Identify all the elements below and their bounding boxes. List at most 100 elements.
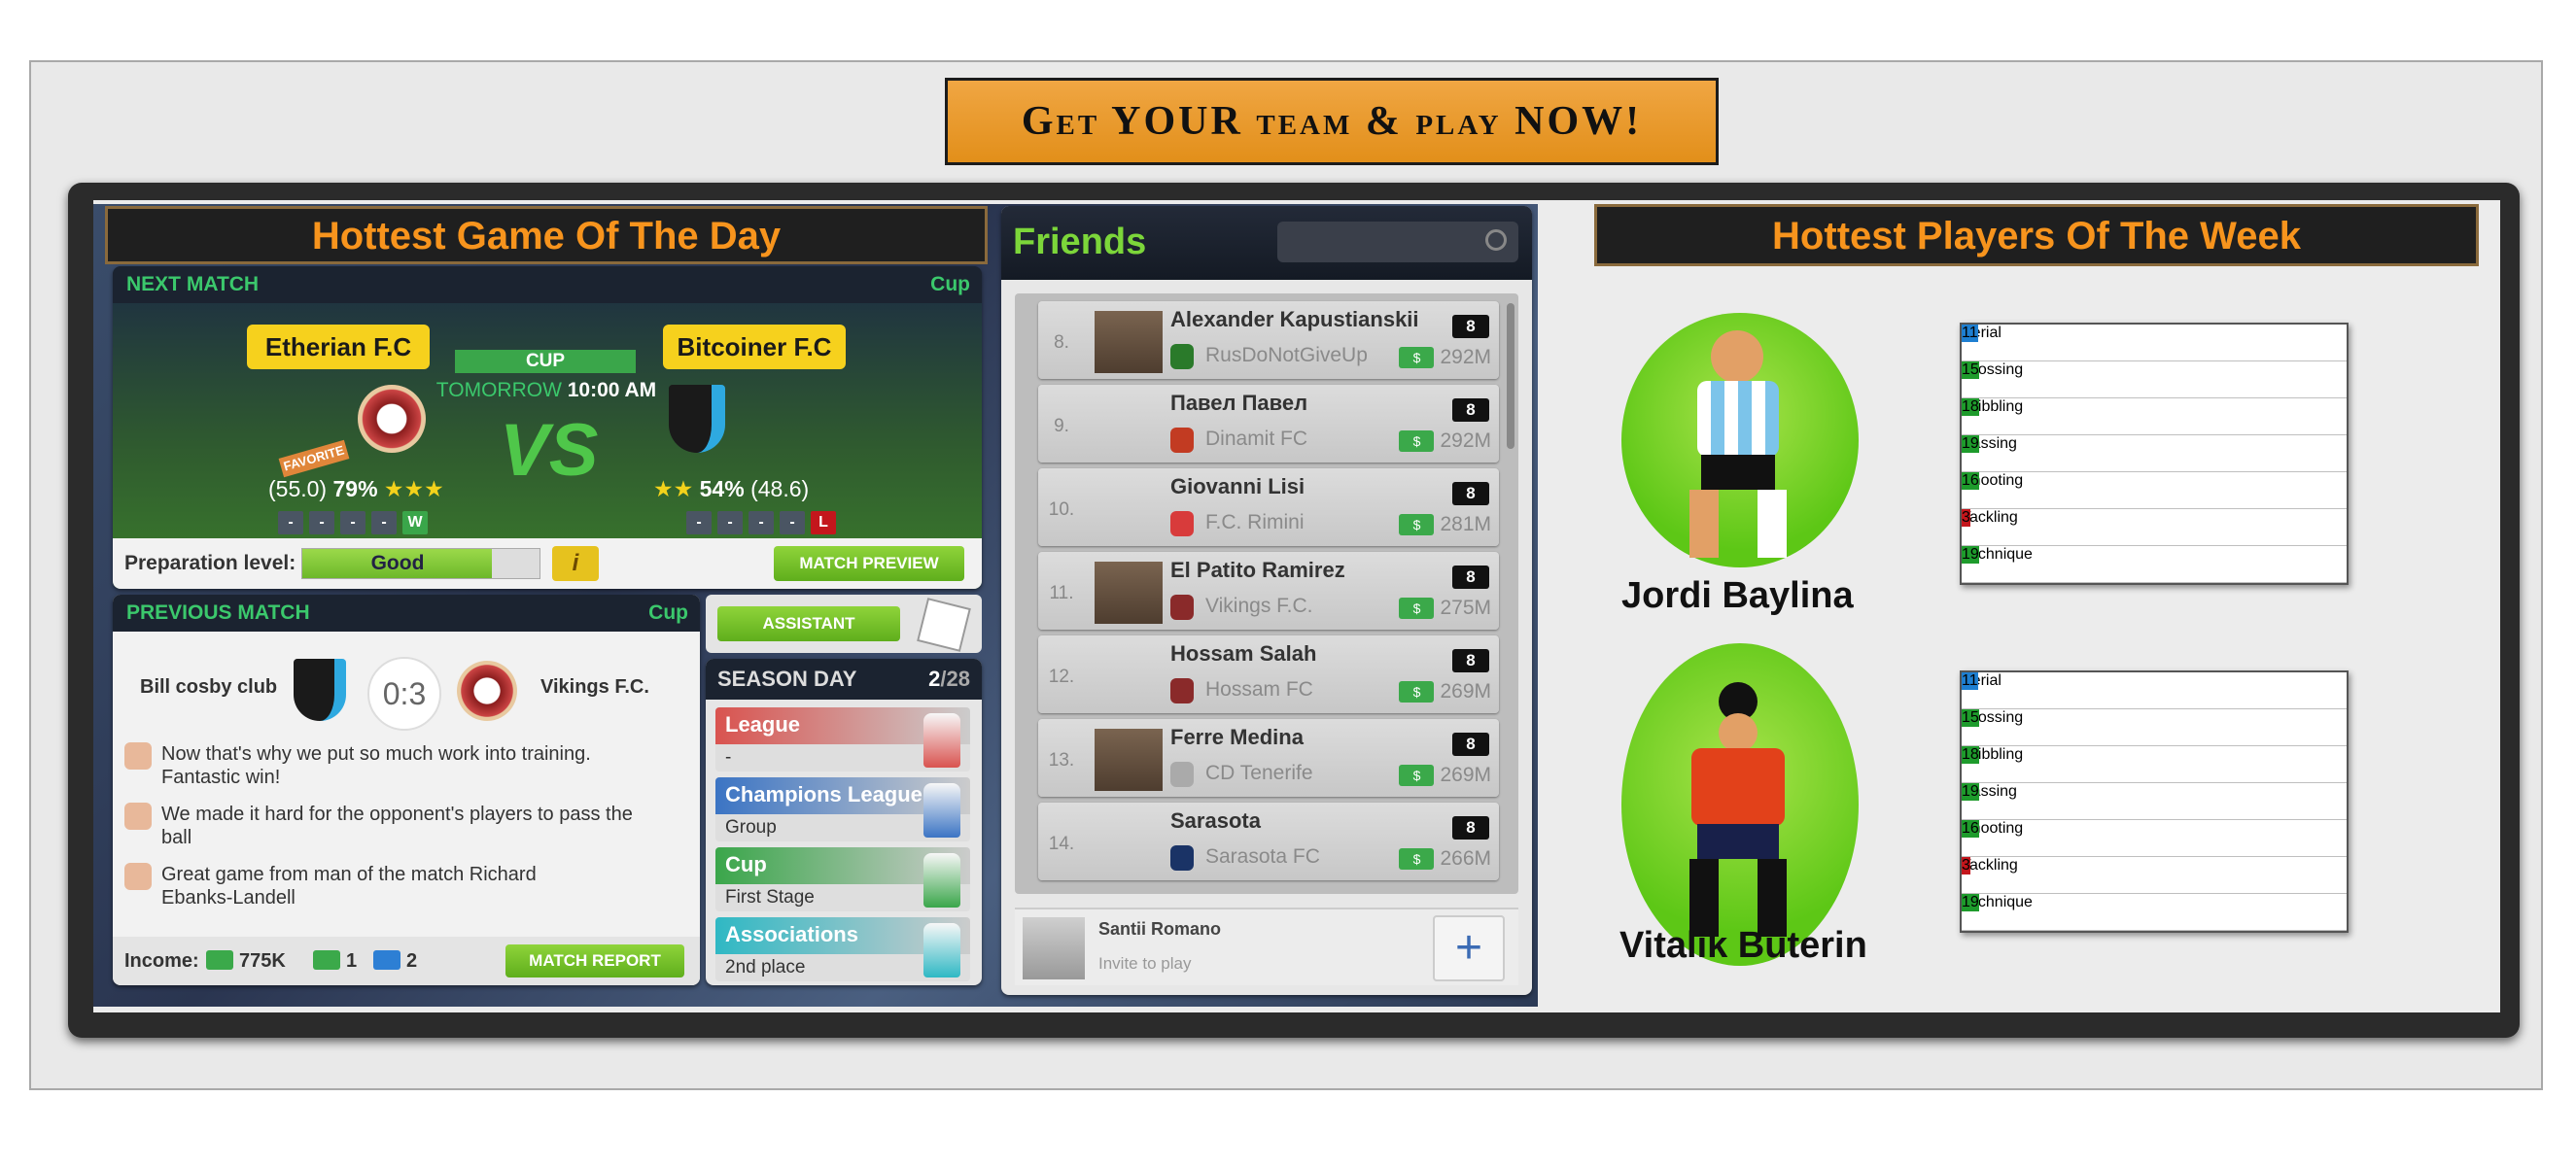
friend-row[interactable]: 8. Alexander Kapustianskii RusDoNotGiveUp 8… xyxy=(1038,301,1499,379)
friend-club: Vikings F.C. xyxy=(1170,595,1313,620)
match-report-button[interactable]: MATCH REPORT xyxy=(505,944,684,977)
player-1-name: Jordi Baylina xyxy=(1621,575,1854,616)
form-box: - xyxy=(748,511,774,534)
friend-money-value: 266M xyxy=(1440,847,1491,870)
stat-row: Shooting 16 xyxy=(1962,820,2347,857)
form-box: - xyxy=(717,511,743,534)
home-strength: (55.0) 79% ★★★ xyxy=(268,476,444,502)
cash-icon: $ xyxy=(1399,598,1435,620)
friend-money: $292M xyxy=(1399,346,1491,369)
friends-list: 8. Alexander Kapustianskii RusDoNotGiveUp 8… xyxy=(1015,293,1518,894)
season-panel: SEASON DAY 2/28 League - Champions League Gr… xyxy=(706,659,982,985)
match-time: TOMORROW 10:00 AM xyxy=(435,379,657,402)
friend-level: 8 xyxy=(1452,398,1489,422)
stat-value: 19 xyxy=(1962,894,1979,911)
season-count: 2/28 xyxy=(928,659,970,700)
comment-2-text: We made it hard for the opponent's playe… xyxy=(161,804,633,848)
friend-row[interactable]: 11. El Patito Ramirez Vikings F.C. 8 $275M xyxy=(1038,552,1499,630)
competition-status: 2nd place xyxy=(725,957,806,977)
friend-level: 8 xyxy=(1452,566,1489,589)
income-label: Income: xyxy=(124,950,199,972)
comment-2: We made it hard for the opponent's playe… xyxy=(124,803,667,849)
cash-icon: $ xyxy=(1399,347,1435,369)
friend-level: 8 xyxy=(1452,649,1489,672)
next-match-bar: NEXT MATCH Cup xyxy=(113,266,982,303)
player-2-name: Vitalik Buterin xyxy=(1619,925,1867,966)
friends-scrollbar[interactable] xyxy=(1507,303,1514,449)
home-crest-icon[interactable] xyxy=(358,385,426,453)
right-section-header: Hottest Players Of The Week xyxy=(1594,204,2479,266)
competition-item[interactable]: Associations 2nd place xyxy=(715,917,970,981)
prev-home-crest-icon xyxy=(294,659,346,721)
prev-home-name[interactable]: Bill cosby club xyxy=(140,676,277,699)
friend-club-name: CD Tenerife xyxy=(1205,762,1313,784)
invite-name: Santii Romano xyxy=(1098,919,1222,939)
add-friend-button[interactable]: + xyxy=(1433,915,1505,981)
stat-row: Dribbling 18 xyxy=(1962,398,2347,435)
assistant-button[interactable]: ASSISTANT xyxy=(717,606,900,641)
friend-row[interactable]: 13. Ferre Medina CD Tenerife 8 $269M xyxy=(1038,719,1499,797)
form-box: W xyxy=(402,511,428,534)
player-2-shorts xyxy=(1697,824,1779,859)
friend-club: F.C. Rimini xyxy=(1170,511,1305,536)
promo-banner[interactable]: Get YOUR team & play NOW! xyxy=(945,78,1719,165)
friend-rank: 12. xyxy=(1048,667,1075,687)
friends-search-input[interactable] xyxy=(1277,222,1518,262)
home-stars-icon: ★★★ xyxy=(383,476,444,501)
clipboard-icon[interactable] xyxy=(917,598,971,652)
player-1-portrait[interactable] xyxy=(1621,313,1859,567)
club-crest-icon xyxy=(1170,762,1194,787)
away-team-tag[interactable]: Bitcoiner F.C xyxy=(663,325,846,369)
income-row: Income: 775K 1 2 MATCH REPORT xyxy=(113,937,700,985)
stat-value: 18 xyxy=(1962,746,1979,764)
friend-row[interactable]: 9. Павел Павел Dinamit FC 8 $292M xyxy=(1038,385,1499,463)
away-stars-icon: ★★ xyxy=(653,476,694,501)
season-total: /28 xyxy=(940,667,970,691)
cash-icon: $ xyxy=(1399,514,1435,536)
info-icon[interactable]: i xyxy=(552,546,599,581)
friend-name: Hossam Salah xyxy=(1170,641,1317,666)
previous-match-panel: PREVIOUS MATCH Cup Bill cosby club 0:3 Vi… xyxy=(113,595,700,985)
invite-avatar xyxy=(1023,917,1085,979)
friend-name: Ferre Medina xyxy=(1170,725,1304,749)
prev-away-name[interactable]: Vikings F.C. xyxy=(540,676,649,699)
prev-score[interactable]: 0:3 xyxy=(367,657,441,731)
stat-value: 19 xyxy=(1962,546,1979,564)
season-title: SEASON DAY xyxy=(717,667,857,691)
player-2-stats: Aerial 11 Crossing 15 Dribbling 18 Passing 19 Sh… xyxy=(1960,670,2349,933)
friend-money: $269M xyxy=(1399,764,1491,787)
home-team-tag[interactable]: Etherian F.C xyxy=(247,325,430,369)
player-2-portrait[interactable] xyxy=(1621,643,1859,966)
friend-row[interactable]: 14. Sarasota Sarasota FC 8 $266M xyxy=(1038,803,1499,880)
prep-bar: Good xyxy=(301,548,540,579)
competition-item[interactable]: Cup First Stage xyxy=(715,847,970,911)
search-icon[interactable] xyxy=(1485,229,1507,251)
boost-icon xyxy=(373,950,400,970)
prev-away-crest-icon xyxy=(457,661,517,721)
player-2-shirt xyxy=(1691,748,1785,826)
form-box: - xyxy=(278,511,303,534)
competition-status: First Stage xyxy=(725,887,815,908)
comment-3-text: Great game from man of the match Richard… xyxy=(161,864,537,909)
stat-value: 19 xyxy=(1962,435,1979,453)
friend-club-name: Sarasota FC xyxy=(1205,845,1320,868)
friend-rank: 8. xyxy=(1054,332,1069,353)
previous-match-type: Cup xyxy=(648,601,688,624)
stat-row: Aerial 11 xyxy=(1962,672,2347,709)
friend-club-name: Dinamit FC xyxy=(1205,428,1308,450)
match-preview-button[interactable]: MATCH PREVIEW xyxy=(774,546,964,581)
thumbs-up-icon xyxy=(124,803,152,830)
friends-bar: Friends xyxy=(1001,206,1532,280)
stat-row: Technique 19 xyxy=(1962,894,2347,931)
away-crest-icon[interactable] xyxy=(669,385,725,453)
friend-rank: 13. xyxy=(1048,750,1075,771)
competition-item[interactable]: Champions League Group xyxy=(715,777,970,841)
friend-row[interactable]: 10. Giovanni Lisi F.C. Rimini 8 $281M xyxy=(1038,468,1499,546)
stat-row: Passing 19 xyxy=(1962,435,2347,472)
competition-item[interactable]: League - xyxy=(715,707,970,772)
friend-club-name: F.C. Rimini xyxy=(1205,511,1305,533)
friend-row[interactable]: 12. Hossam Salah Hossam FC 8 $269M xyxy=(1038,635,1499,713)
friend-club: Hossam FC xyxy=(1170,678,1313,703)
stat-row: Crossing 15 xyxy=(1962,361,2347,398)
thumbs-up-icon xyxy=(124,863,152,890)
